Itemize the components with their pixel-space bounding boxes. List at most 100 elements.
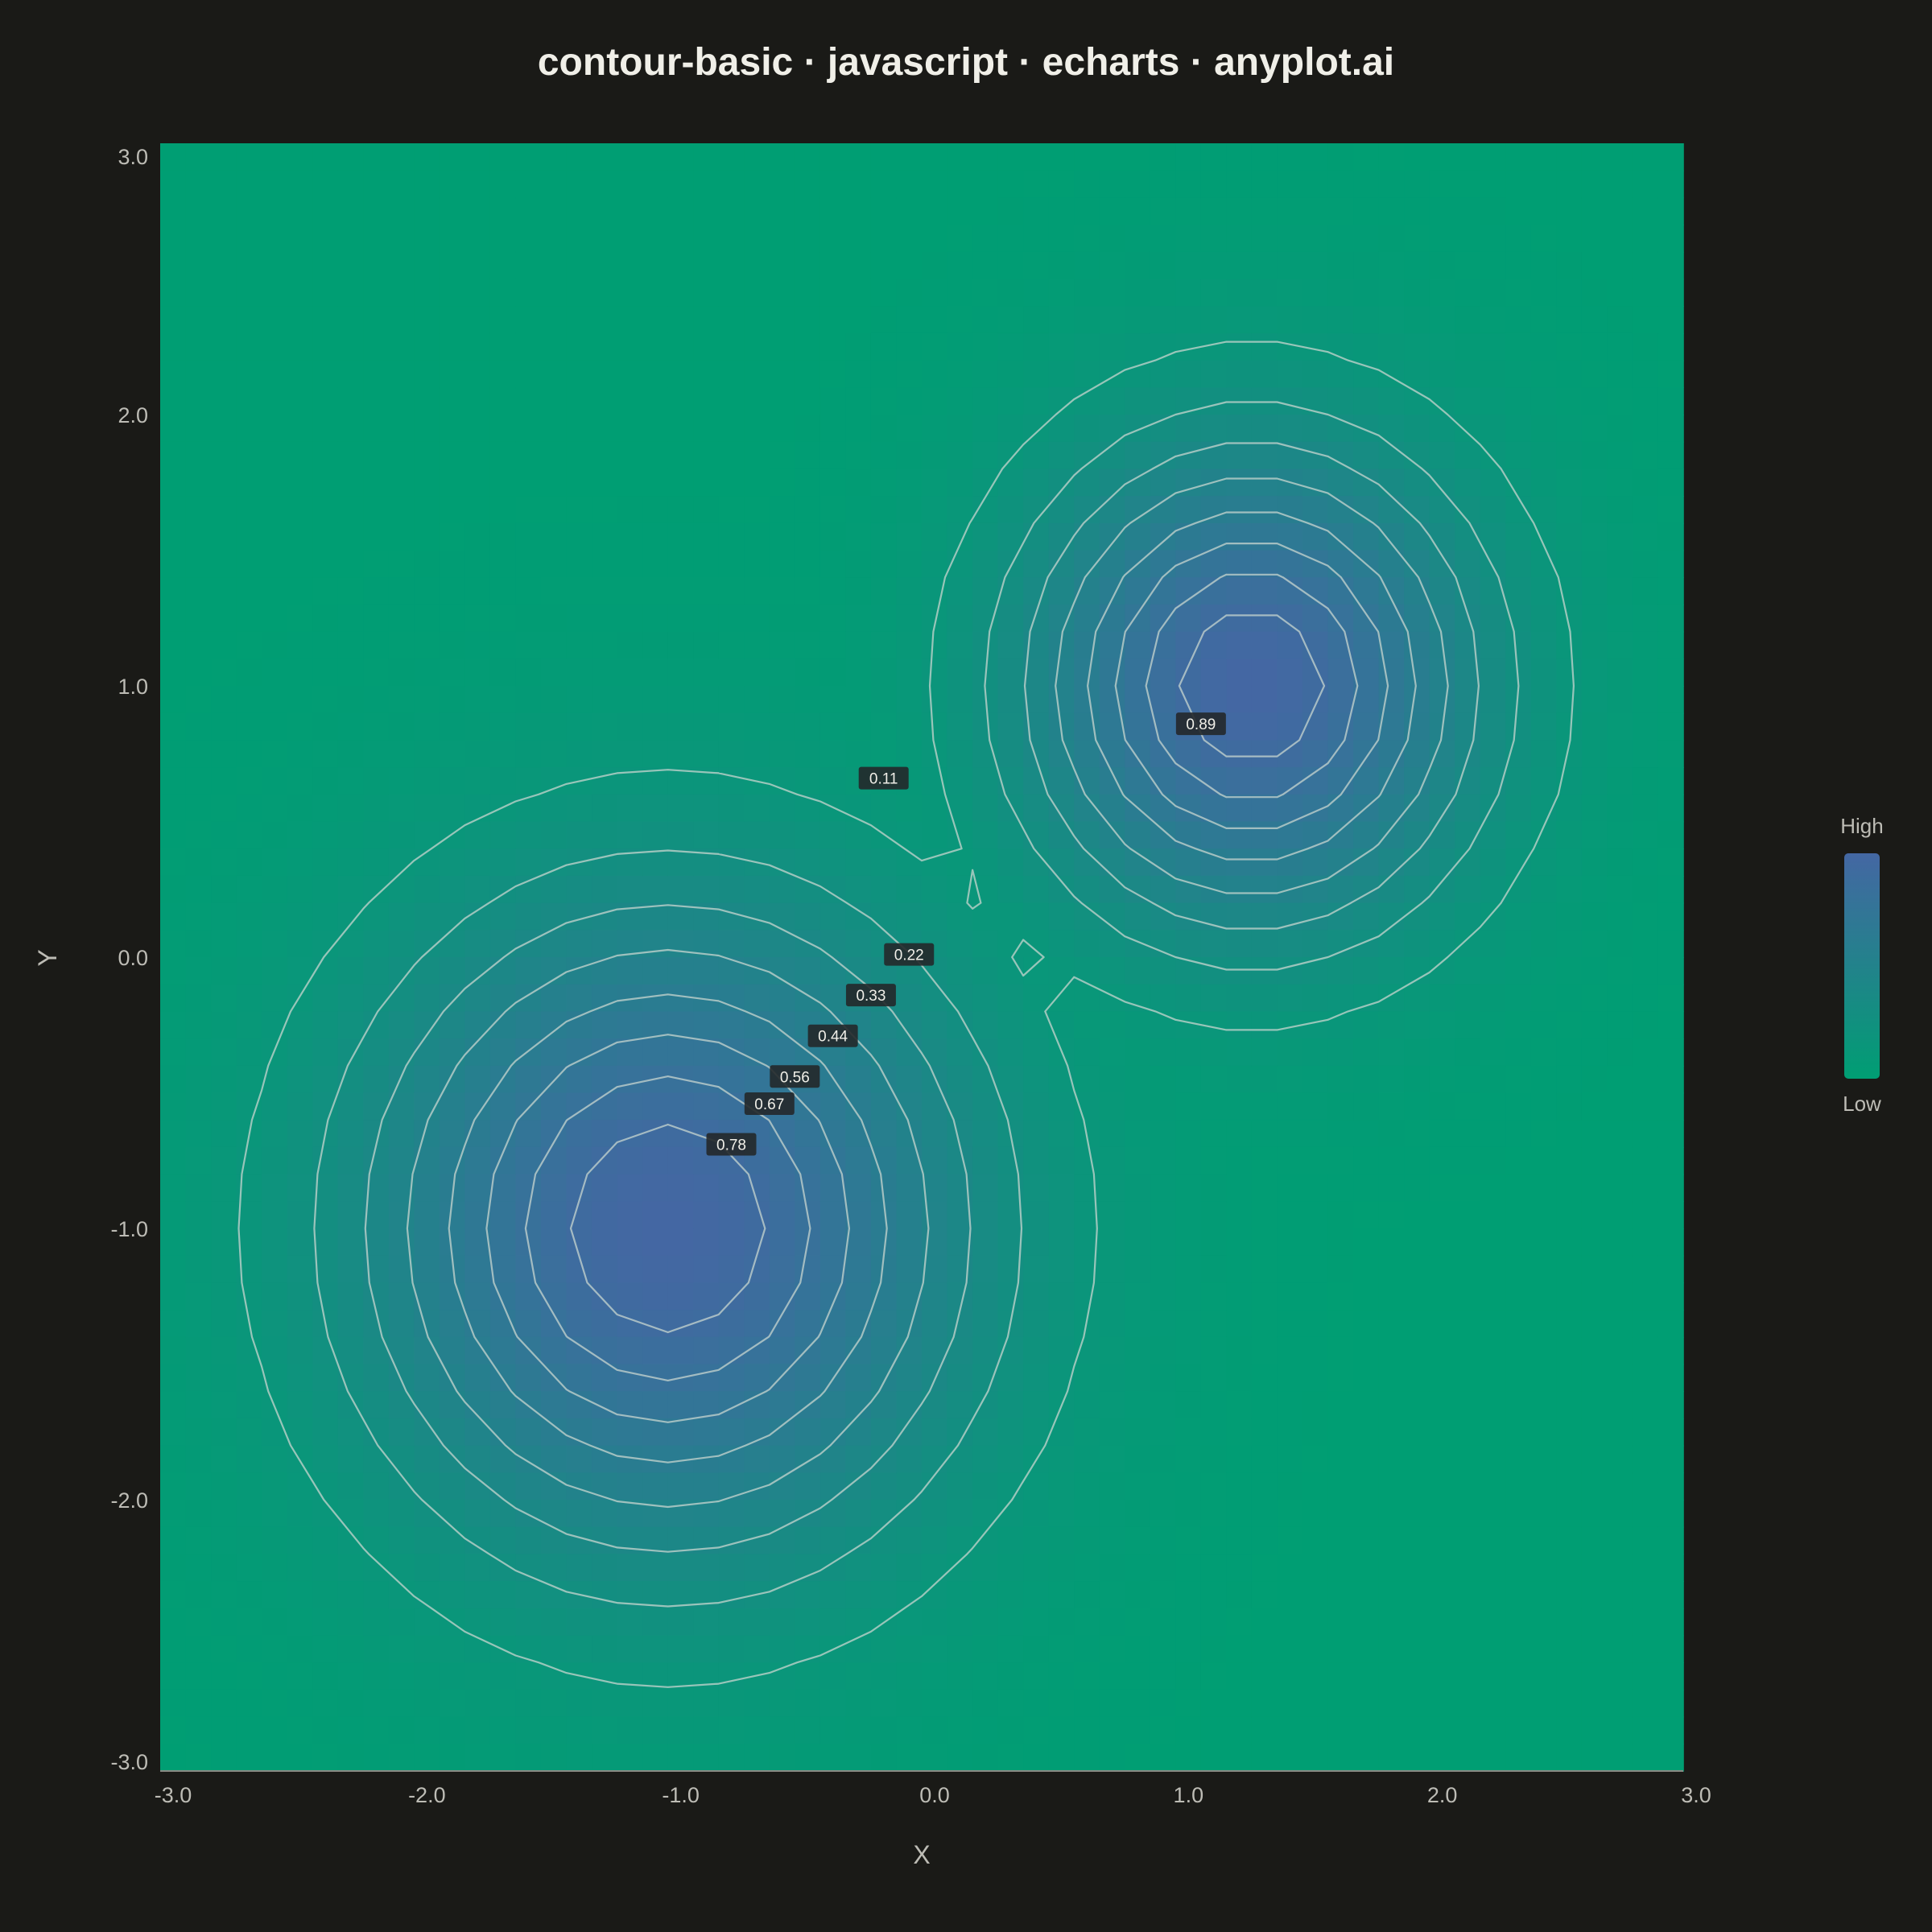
heatmap-cell xyxy=(262,658,288,687)
heatmap-cell xyxy=(1581,1716,1608,1745)
heatmap-cell xyxy=(262,1472,288,1501)
heatmap-cell xyxy=(1607,1120,1633,1148)
heatmap-cell xyxy=(819,740,847,768)
heatmap-cell xyxy=(1429,306,1455,334)
heatmap-cell xyxy=(1657,1716,1684,1745)
heatmap-cell xyxy=(1378,1310,1405,1338)
heatmap-cell xyxy=(160,1038,187,1067)
heatmap-cell xyxy=(1657,658,1684,687)
heatmap-cell xyxy=(185,550,212,578)
heatmap-cell xyxy=(1404,1228,1430,1257)
heatmap-cell xyxy=(287,1120,313,1148)
heatmap-cell xyxy=(667,1689,694,1718)
heatmap-cell xyxy=(1378,1011,1405,1039)
heatmap-cell xyxy=(1048,1662,1075,1690)
heatmap-cell xyxy=(287,1391,313,1419)
heatmap-cell xyxy=(464,1418,491,1447)
heatmap-cell xyxy=(769,686,796,714)
heatmap-cell xyxy=(1074,1472,1100,1501)
heatmap-cell xyxy=(744,1364,770,1392)
heatmap-cell xyxy=(845,522,872,551)
heatmap-cell xyxy=(236,1662,262,1690)
heatmap-cell xyxy=(592,712,618,741)
heatmap-cell xyxy=(718,1391,745,1419)
heatmap-cell xyxy=(1150,875,1177,904)
heatmap-cell xyxy=(541,631,568,660)
heatmap-cell xyxy=(1480,1554,1507,1582)
heatmap-cell xyxy=(262,1445,288,1474)
heatmap-cell xyxy=(1657,415,1684,443)
heatmap-cell xyxy=(489,1500,517,1528)
heatmap-cell xyxy=(1023,306,1050,334)
heatmap-cell xyxy=(1023,1744,1050,1772)
heatmap-cell xyxy=(1175,1255,1202,1284)
heatmap-cell xyxy=(1150,1146,1177,1175)
heatmap-cell xyxy=(592,496,618,524)
heatmap-cell xyxy=(819,631,847,660)
heatmap-cell xyxy=(363,251,390,280)
heatmap-cell xyxy=(997,225,1024,253)
heatmap-cell xyxy=(947,332,973,361)
heatmap-cell xyxy=(1455,1120,1481,1148)
heatmap-cell xyxy=(1327,1201,1354,1229)
heatmap-cell xyxy=(1327,1364,1354,1392)
heatmap-cell xyxy=(972,875,999,904)
heatmap-cell xyxy=(1074,170,1100,199)
heatmap-cell xyxy=(566,1364,592,1392)
heatmap-cell xyxy=(1353,496,1380,524)
heatmap-cell xyxy=(896,1174,923,1203)
heatmap-cell xyxy=(1505,631,1532,660)
heatmap-cell xyxy=(1480,469,1507,497)
heatmap-cell xyxy=(439,441,466,470)
heatmap-cell xyxy=(1353,1336,1380,1365)
heatmap-cell xyxy=(1277,902,1303,931)
heatmap-cell xyxy=(566,794,592,823)
heatmap-cell xyxy=(1530,1228,1558,1257)
heatmap-cell xyxy=(718,387,745,415)
heatmap-cell xyxy=(922,875,948,904)
heatmap-cell xyxy=(744,1608,770,1637)
heatmap-cell xyxy=(795,821,821,849)
heatmap-cell xyxy=(1657,1635,1684,1663)
heatmap-cell xyxy=(896,1146,923,1175)
heatmap-cell xyxy=(211,1065,237,1094)
heatmap-cell xyxy=(1125,1310,1151,1338)
heatmap-cell xyxy=(642,225,669,253)
heatmap-cell xyxy=(1657,469,1684,497)
heatmap-cell xyxy=(388,1310,415,1338)
heatmap-cell xyxy=(922,1744,948,1772)
heatmap-cell xyxy=(718,631,745,660)
heatmap-cell xyxy=(1251,1635,1278,1663)
heatmap-cell xyxy=(1556,522,1583,551)
heatmap-cell xyxy=(1607,1310,1633,1338)
heatmap-cell xyxy=(1530,469,1558,497)
heatmap-cell xyxy=(515,1500,542,1528)
heatmap-cell xyxy=(592,415,618,443)
heatmap-cell xyxy=(1125,1146,1151,1175)
heatmap-cell xyxy=(1607,1011,1633,1039)
heatmap-cell xyxy=(1530,631,1558,660)
heatmap-cell xyxy=(1480,1282,1507,1311)
x-tick-label: -1.0 xyxy=(662,1783,700,1807)
heatmap-cell xyxy=(1150,1364,1177,1392)
heatmap-cell xyxy=(1657,1391,1684,1419)
heatmap-cell xyxy=(1632,1146,1659,1175)
heatmap-cell xyxy=(769,550,796,578)
heatmap-cell xyxy=(1048,1282,1075,1311)
legend-gradient-bar[interactable] xyxy=(1844,853,1880,1079)
heatmap-cell xyxy=(718,984,745,1013)
heatmap-cell xyxy=(312,522,339,551)
heatmap-cell xyxy=(592,1282,618,1311)
heatmap-cell xyxy=(541,387,568,415)
heatmap-cell xyxy=(1632,1418,1659,1447)
heatmap-cell xyxy=(845,1255,872,1284)
heatmap-cell xyxy=(566,469,592,497)
heatmap-cell xyxy=(236,1092,262,1121)
heatmap-cell xyxy=(211,902,237,931)
heatmap-cell xyxy=(1505,957,1532,985)
heatmap-cell xyxy=(1150,1472,1177,1501)
heatmap-cell xyxy=(718,469,745,497)
heatmap-cell xyxy=(718,306,745,334)
heatmap-cell xyxy=(642,279,669,307)
heatmap-cell xyxy=(160,577,187,605)
